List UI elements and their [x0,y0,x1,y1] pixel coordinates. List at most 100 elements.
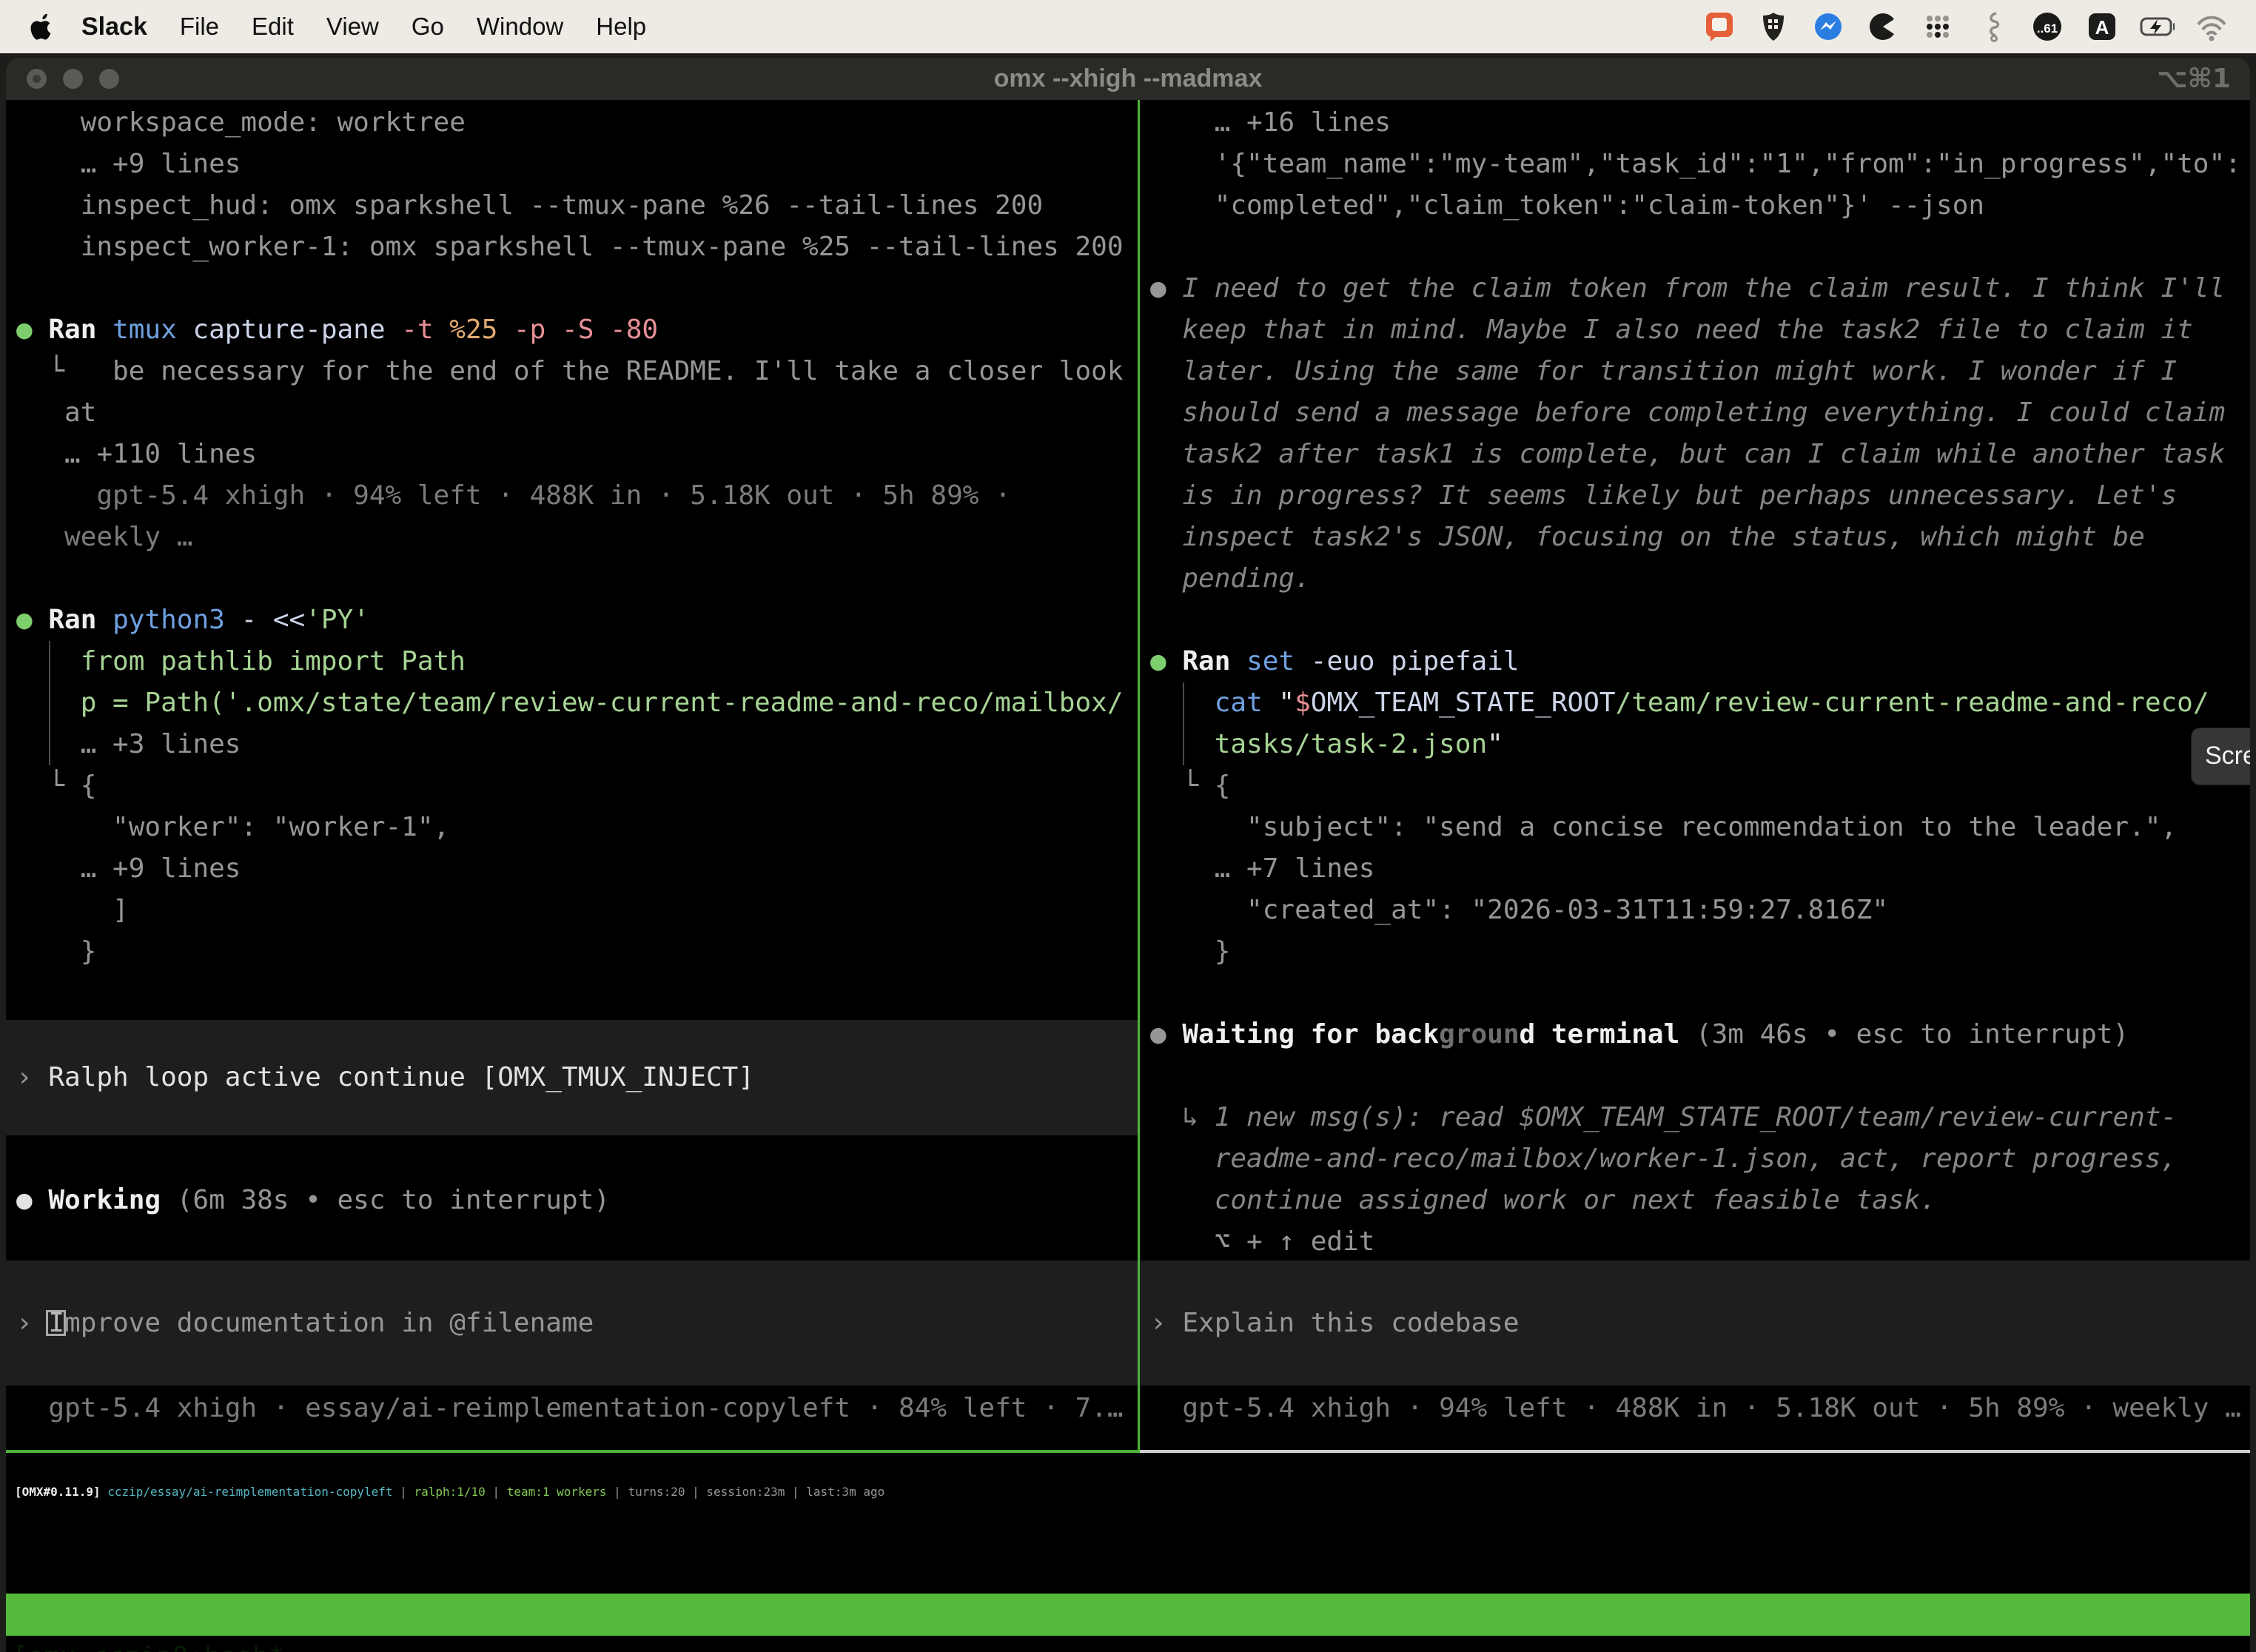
window-title: omx --xhigh --madmax [6,64,2250,93]
text-segment: task2 after task1 is complete, but can I… [1150,439,2225,469]
input-a-icon[interactable]: A [2084,9,2120,44]
working-status: ● Working (6m 38s • esc to interrupt) [6,1180,1138,1221]
menu-item-window[interactable]: Window [477,13,563,41]
terminal-line: continue assigned work or next feasible … [1150,1180,2250,1221]
text-segment: -S [562,315,594,345]
menu-item-edit[interactable]: Edit [252,13,294,41]
terminal-line [1150,1055,2250,1097]
horizontal-divider [6,1450,2250,1453]
terminal-line: inspect_worker-1: omx sparkshell --tmux-… [16,226,1138,268]
terminal-line: weekly … [16,517,1138,558]
terminal-line [16,268,1138,309]
terminal-line: gpt-5.4 xhigh · essay/ai-reimplementatio… [16,1388,1138,1429]
tmux-session-label[interactable]: [omx-cczip0:bash* [12,1636,284,1652]
app-menu-slack[interactable]: Slack [81,13,147,41]
text-segment: └ be necessary for the end of the README… [16,356,1124,386]
text-segment: python3 [113,605,225,635]
badge-61-icon[interactable]: ..61 [2030,9,2065,44]
terminal-line: "completed","claim_token":"claim-token"}… [1150,185,2250,226]
terminal-line: should send a message before completing … [1150,392,2250,434]
terminal-line: gpt-5.4 xhigh · 94% left · 488K in · 5.1… [1150,1388,2250,1429]
terminal-line [1150,226,2250,268]
text-segment: › [16,1062,48,1092]
terminal-line: } [1150,931,2250,973]
terminal-line: └ { [16,765,1138,807]
text-segment: " [1263,688,1295,718]
text-segment: Working [48,1185,161,1215]
text-segment: Waiting for back [1182,1019,1439,1050]
text-segment: is in progress? It seems likely but perh… [1150,480,2177,511]
menu-item-go[interactable]: Go [412,13,444,41]
text-segment: '{"team_name":"my-team","task_id":"1","f… [1150,149,2241,179]
text-segment: -euo pipefail [1295,646,1519,676]
terminal-line: workspace_mode: worktree [16,102,1138,144]
close-button[interactable] [27,69,47,89]
terminal-line: "subject": "send a concise recommendatio… [1150,807,2250,848]
apple-menu-icon[interactable] [25,11,52,42]
terminal-line: later. Using the same for transition mig… [1150,351,2250,392]
text-segment: Ran [48,315,96,345]
terminal-line: ● I need to get the claim token from the… [1150,268,2250,309]
text-segment: "subject": "send a concise recommendatio… [1150,812,2177,842]
squiggle-icon[interactable] [1975,9,2010,44]
terminal-line: … +7 lines [1150,848,2250,890]
divider-green-segment [6,1450,1140,1453]
text-segment: /team/review-current-readme-and-reco/ [1616,688,2209,718]
terminal-line [1150,973,2250,1014]
chat-app-icon[interactable] [1701,9,1736,44]
menu-item-file[interactable]: File [180,13,219,41]
text-segment: └ { [1150,770,1230,801]
text-segment: -p [514,315,545,345]
text-segment: 'PY' [305,605,369,635]
text-segment: … +16 lines [1150,107,1391,138]
menu-item-help[interactable]: Help [596,13,646,41]
terminal-line: p = Path('.omx/state/team/review-current… [16,682,1138,724]
text-segment: | [486,1485,507,1499]
terminal-content: workspace_mode: worktree … +9 lines insp… [6,100,2250,1450]
text-segment: - << [225,605,305,635]
terminal-line: "worker": "worker-1", [16,807,1138,848]
pane-right[interactable]: … +16 lines '{"team_name":"my-team","tas… [1140,100,2250,1450]
minimize-button[interactable] [63,69,83,89]
text-segment: ⌥ + ↑ edit [1150,1226,1374,1257]
prompt-input-right[interactable]: › Explain this codebase [1140,1260,2250,1386]
text-segment [545,315,562,345]
terminal-line: [OMX#0.11.9] cczip/essay/ai-reimplementa… [15,1471,2250,1513]
terminal-line: ● Waiting for background terminal (3m 46… [1150,1014,2250,1055]
text-segment: Ralph loop active continue [OMX_TMUX_INJ… [48,1062,754,1092]
terminal-line: … +110 lines [16,434,1138,475]
dots-grid-icon[interactable] [1920,9,1955,44]
messenger-icon[interactable] [1810,9,1846,44]
terminal-line: … +16 lines [1150,102,2250,144]
terminal-line: is in progress? It seems likely but perh… [1150,475,2250,517]
terminal-line: … +3 lines [16,724,1138,765]
shield-icon[interactable] [1756,9,1791,44]
wifi-icon[interactable] [2194,9,2229,44]
text-segment: ● [1150,646,1182,676]
battery-icon[interactable] [2139,9,2175,44]
prompt-input-left[interactable]: › Improve documentation in @filename [6,1260,1138,1386]
media-icon[interactable] [1865,9,1901,44]
terminal-line: inspect_hud: omx sparkshell --tmux-pane … [16,185,1138,226]
badge-61-text: ..61 [2037,21,2058,36]
text-segment: at [16,397,96,428]
text-segment: inspect_worker-1: omx sparkshell --tmux-… [16,232,1124,262]
text-cursor: I [48,1308,64,1338]
pane-right-statusline: gpt-5.4 xhigh · 94% left · 488K in · 5.1… [1140,1388,2250,1429]
pane-left[interactable]: workspace_mode: worktree … +9 lines insp… [6,100,1138,1450]
text-segment: ↳ 1 new msg(s): read $OMX_TEAM_STATE_ROO… [1150,1102,2177,1132]
screen: Slack File Edit View Go Window Help [0,0,2256,1652]
menu-item-view[interactable]: View [326,13,379,41]
text-segment: ● [1150,1019,1182,1050]
text-segment: continue assigned work or next feasible … [1150,1185,1936,1215]
text-segment: (3m 46s • esc to interrupt) [1679,1019,2129,1050]
text-segment: gpt-5.4 xhigh · 94% left · 488K in · 5.1… [16,480,1011,511]
text-segment: workspace_mode: worktree [16,107,466,138]
omx-status-area: [OMX#0.11.9] cczip/essay/ai-reimplementa… [6,1453,2250,1594]
title-bar[interactable]: omx --xhigh --madmax ⌥⌘1 [6,58,2250,100]
zoom-button[interactable] [99,69,119,89]
text-segment: └ { [16,770,96,801]
inject-banner: › Ralph loop active continue [OMX_TMUX_I… [6,1020,1138,1135]
terminal-line: '{"team_name":"my-team","task_id":"1","f… [1150,144,2250,185]
divider-gray-segment [1140,1450,2250,1453]
